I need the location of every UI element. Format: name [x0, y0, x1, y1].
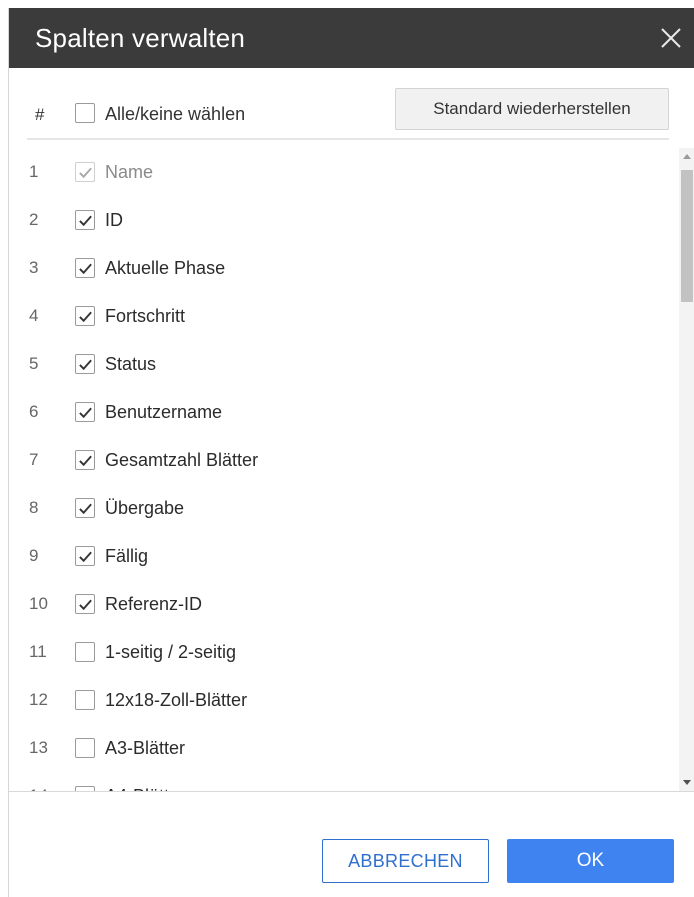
column-checkbox[interactable]	[75, 354, 95, 374]
checkmark-icon	[79, 167, 92, 179]
column-row[interactable]: 5 Status	[9, 340, 679, 388]
column-row[interactable]: 4 Fortschritt	[9, 292, 679, 340]
row-number: 10	[29, 594, 48, 613]
scroll-down-arrow-icon[interactable]	[683, 780, 691, 785]
row-number: 11	[29, 642, 47, 661]
column-row[interactable]: 10 Referenz-ID	[9, 580, 679, 628]
column-checkbox[interactable]	[75, 450, 95, 470]
column-row[interactable]: 2 ID	[9, 196, 679, 244]
column-label[interactable]: Referenz-ID	[105, 594, 202, 615]
number-column-header: #	[35, 105, 45, 124]
column-row[interactable]: 3 Aktuelle Phase	[9, 244, 679, 292]
column-label[interactable]: 12x18-Zoll-Blätter	[105, 690, 247, 711]
cancel-button[interactable]: ABBRECHEN	[322, 839, 489, 883]
footer-divider	[9, 791, 694, 792]
column-row[interactable]: 11 1-seitig / 2-seitig	[9, 628, 679, 676]
column-checkbox[interactable]	[75, 546, 95, 566]
checkmark-icon	[79, 503, 92, 515]
column-checkbox[interactable]	[75, 402, 95, 422]
column-label[interactable]: ID	[105, 210, 123, 231]
row-number: 6	[29, 402, 39, 421]
checkmark-icon	[79, 359, 92, 371]
column-row[interactable]: 12 12x18-Zoll-Blätter	[9, 676, 679, 724]
scroll-up-arrow-icon[interactable]	[683, 154, 691, 159]
column-checkbox[interactable]	[75, 642, 95, 662]
columns-list[interactable]: 1 Name 2 ID 3 Aktuelle Phase 4 Fortschritt 5 Stat…	[9, 148, 679, 791]
column-label[interactable]: Aktuelle Phase	[105, 258, 225, 279]
column-checkbox[interactable]	[75, 690, 95, 710]
ok-button[interactable]: OK	[507, 839, 674, 883]
row-number: 9	[29, 546, 39, 565]
column-label[interactable]: Übergabe	[105, 498, 184, 519]
column-checkbox[interactable]	[75, 738, 95, 758]
column-row[interactable]: 1 Name	[9, 148, 679, 196]
checkmark-icon	[79, 215, 92, 227]
row-number: 12	[29, 690, 48, 709]
column-label[interactable]: 1-seitig / 2-seitig	[105, 642, 236, 663]
checkmark-icon	[79, 263, 92, 275]
column-checkbox[interactable]	[75, 498, 95, 518]
column-row[interactable]: 13 A3-Blätter	[9, 724, 679, 772]
column-label[interactable]: Name	[105, 162, 153, 183]
column-label[interactable]: Gesamtzahl Blätter	[105, 450, 258, 471]
column-label[interactable]: Fortschritt	[105, 306, 185, 327]
dialog-title: Spalten verwalten	[35, 23, 246, 53]
column-row[interactable]: 6 Benutzername	[9, 388, 679, 436]
column-label[interactable]: Benutzername	[105, 402, 222, 423]
restore-defaults-button[interactable]: Standard wiederherstellen	[395, 88, 669, 130]
column-row[interactable]: 14A4-Blätter	[9, 772, 679, 791]
column-checkbox[interactable]	[75, 258, 95, 278]
list-scrollbar[interactable]	[679, 148, 694, 791]
row-number: 13	[29, 738, 48, 757]
checkmark-icon	[79, 599, 92, 611]
column-label[interactable]: Status	[105, 354, 156, 375]
row-number: 1	[29, 162, 39, 181]
row-number: 3	[29, 258, 39, 277]
checkmark-icon	[79, 311, 92, 323]
checkmark-icon	[79, 551, 92, 563]
column-row[interactable]: 7 Gesamtzahl Blätter	[9, 436, 679, 484]
column-checkbox[interactable]	[75, 210, 95, 230]
column-checkbox[interactable]	[75, 594, 95, 614]
dialog-titlebar: Spalten verwalten	[9, 8, 694, 68]
header-divider	[27, 138, 669, 140]
row-number: 4	[29, 306, 39, 325]
column-row[interactable]: 8 Übergabe	[9, 484, 679, 532]
column-label[interactable]: A3-Blätter	[105, 738, 185, 759]
row-number: 7	[29, 450, 39, 469]
column-row[interactable]: 9 Fällig	[9, 532, 679, 580]
scrollbar-thumb[interactable]	[681, 170, 693, 302]
column-label[interactable]: Fällig	[105, 546, 148, 567]
column-checkbox	[75, 162, 95, 182]
select-all-checkbox[interactable]	[75, 103, 95, 123]
list-header: # Alle/keine wählen Standard wiederherst…	[9, 86, 694, 136]
checkmark-icon	[79, 455, 92, 467]
close-icon[interactable]	[657, 24, 685, 52]
row-number: 2	[29, 210, 39, 229]
select-all-label[interactable]: Alle/keine wählen	[105, 104, 245, 125]
manage-columns-dialog: Spalten verwalten # Alle/keine wählen St…	[8, 8, 694, 897]
column-checkbox[interactable]	[75, 306, 95, 326]
row-number: 8	[29, 498, 39, 517]
checkmark-icon	[79, 407, 92, 419]
row-number: 5	[29, 354, 39, 373]
